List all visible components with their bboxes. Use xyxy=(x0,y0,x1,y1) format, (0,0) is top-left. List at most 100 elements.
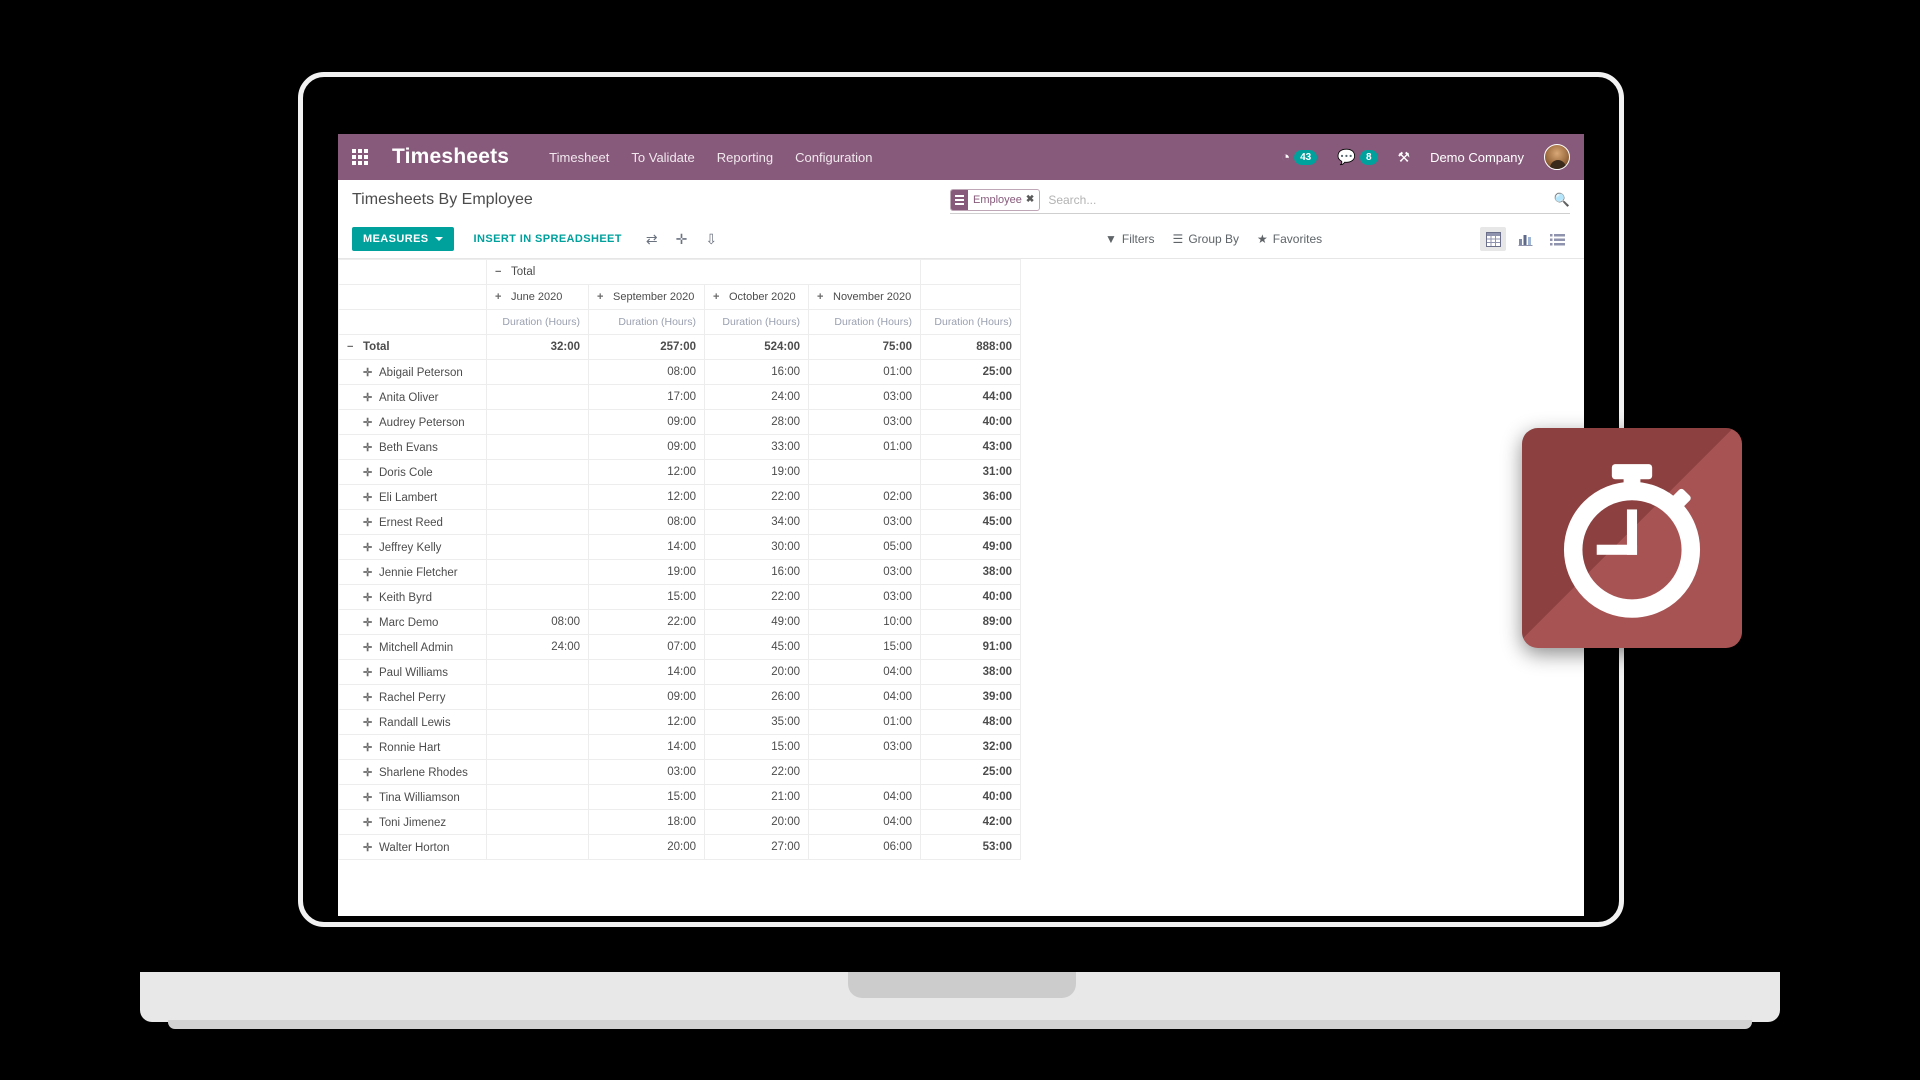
pivot-cell[interactable] xyxy=(486,509,589,535)
graph-view-icon[interactable] xyxy=(1512,227,1538,251)
pivot-cell[interactable]: 09:00 xyxy=(588,434,705,460)
pivot-cell[interactable] xyxy=(486,584,589,610)
pivot-cell[interactable]: 10:00 xyxy=(808,609,921,635)
pivot-cell[interactable]: 257:00 xyxy=(588,334,705,360)
pivot-cell[interactable]: 20:00 xyxy=(704,659,809,685)
pivot-cell[interactable]: 08:00 xyxy=(588,359,705,385)
pivot-row-total-cell[interactable]: 36:00 xyxy=(920,484,1021,510)
row-header-employee[interactable]: ✛ Tina Williamson xyxy=(338,784,487,810)
column-header-june-2020[interactable]: + June 2020 xyxy=(486,284,589,310)
pivot-cell[interactable]: 03:00 xyxy=(808,584,921,610)
pivot-cell[interactable] xyxy=(486,534,589,560)
expand-icon[interactable]: ✛ xyxy=(363,616,374,629)
expand-icon[interactable]: ✛ xyxy=(363,591,374,604)
expand-icon[interactable]: + xyxy=(817,291,828,303)
pivot-data-row[interactable]: ✛ Randall Lewis 12:00 35:00 01:00 48:00 xyxy=(338,709,1021,735)
pivot-cell[interactable] xyxy=(486,734,589,760)
expand-icon[interactable]: ✛ xyxy=(363,366,374,379)
nav-item-configuration[interactable]: Configuration xyxy=(795,150,872,165)
pivot-row-total-cell[interactable]: 39:00 xyxy=(920,684,1021,710)
pivot-cell[interactable] xyxy=(486,784,589,810)
download-xlsx-icon[interactable]: ⇩ xyxy=(705,232,717,246)
pivot-row-total-cell[interactable]: 44:00 xyxy=(920,384,1021,410)
pivot-row-total-cell[interactable]: 48:00 xyxy=(920,709,1021,735)
expand-icon[interactable]: ✛ xyxy=(363,841,374,854)
pivot-row-total-cell[interactable]: 89:00 xyxy=(920,609,1021,635)
pivot-cell[interactable] xyxy=(486,834,589,860)
pivot-cell[interactable]: 16:00 xyxy=(704,559,809,585)
pivot-cell[interactable]: 15:00 xyxy=(588,784,705,810)
pivot-data-row[interactable]: ✛ Jennie Fletcher 19:00 16:00 03:00 38:00 xyxy=(338,559,1021,585)
pivot-cell[interactable]: 12:00 xyxy=(588,459,705,485)
pivot-cell[interactable] xyxy=(486,459,589,485)
row-header-employee[interactable]: ✛ Audrey Peterson xyxy=(338,409,487,435)
group-by-menu[interactable]: ☰ Group By xyxy=(1173,232,1239,246)
activity-menu[interactable]: ◔ 43 xyxy=(1281,149,1318,165)
expand-icon[interactable]: + xyxy=(495,291,506,303)
pivot-data-row[interactable]: ✛ Sharlene Rhodes 03:00 22:00 25:00 xyxy=(338,759,1021,785)
pivot-cell[interactable]: 09:00 xyxy=(588,409,705,435)
expand-icon[interactable]: ✛ xyxy=(363,766,374,779)
app-brand-title[interactable]: Timesheets xyxy=(392,145,509,169)
pivot-cell[interactable]: 03:00 xyxy=(808,384,921,410)
pivot-cell[interactable]: 22:00 xyxy=(588,609,705,635)
nav-item-timesheet[interactable]: Timesheet xyxy=(549,150,609,165)
pivot-cell[interactable]: 01:00 xyxy=(808,434,921,460)
expand-icon[interactable]: ✛ xyxy=(363,566,374,579)
pivot-cell[interactable]: 34:00 xyxy=(704,509,809,535)
pivot-row-total-cell[interactable]: 38:00 xyxy=(920,659,1021,685)
pivot-data-row[interactable]: ✛ Tina Williamson 15:00 21:00 04:00 40:00 xyxy=(338,784,1021,810)
pivot-cell[interactable]: 01:00 xyxy=(808,709,921,735)
pivot-cell[interactable]: 27:00 xyxy=(704,834,809,860)
column-header-november-2020[interactable]: + November 2020 xyxy=(808,284,921,310)
list-view-icon[interactable] xyxy=(1544,227,1570,251)
pivot-cell[interactable] xyxy=(808,459,921,485)
pivot-data-row[interactable]: ✛ Toni Jimenez 18:00 20:00 04:00 42:00 xyxy=(338,809,1021,835)
pivot-cell[interactable]: 14:00 xyxy=(588,659,705,685)
row-header-employee[interactable]: ✛ Toni Jimenez xyxy=(338,809,487,835)
pivot-row-total-cell[interactable]: 53:00 xyxy=(920,834,1021,860)
pivot-cell[interactable]: 22:00 xyxy=(704,484,809,510)
pivot-cell[interactable]: 05:00 xyxy=(808,534,921,560)
pivot-cell[interactable]: 12:00 xyxy=(588,484,705,510)
pivot-cell[interactable]: 15:00 xyxy=(808,634,921,660)
pivot-row-total-cell[interactable]: 45:00 xyxy=(920,509,1021,535)
pivot-cell[interactable] xyxy=(486,684,589,710)
pivot-data-row[interactable]: ✛ Rachel Perry 09:00 26:00 04:00 39:00 xyxy=(338,684,1021,710)
pivot-cell[interactable]: 19:00 xyxy=(704,459,809,485)
search-facet-employee[interactable]: Employee ✖ xyxy=(950,188,1041,211)
pivot-cell[interactable]: 07:00 xyxy=(588,634,705,660)
user-avatar[interactable] xyxy=(1544,144,1570,170)
pivot-cell[interactable]: 01:00 xyxy=(808,359,921,385)
pivot-data-row[interactable]: ✛ Anita Oliver 17:00 24:00 03:00 44:00 xyxy=(338,384,1021,410)
row-header-employee[interactable]: ✛ Keith Byrd xyxy=(338,584,487,610)
pivot-data-row[interactable]: ✛ Beth Evans 09:00 33:00 01:00 43:00 xyxy=(338,434,1021,460)
expand-all-icon[interactable]: ✛ xyxy=(676,232,688,246)
pivot-cell[interactable]: 49:00 xyxy=(704,609,809,635)
expand-icon[interactable]: ✛ xyxy=(363,391,374,404)
expand-icon[interactable]: ✛ xyxy=(363,691,374,704)
pivot-cell[interactable] xyxy=(486,484,589,510)
pivot-cell[interactable] xyxy=(486,709,589,735)
pivot-cell[interactable]: 17:00 xyxy=(588,384,705,410)
pivot-cell[interactable]: 14:00 xyxy=(588,734,705,760)
expand-icon[interactable]: ✛ xyxy=(363,666,374,679)
pivot-row-total-cell[interactable]: 42:00 xyxy=(920,809,1021,835)
pivot-cell[interactable]: 524:00 xyxy=(704,334,809,360)
pivot-data-row[interactable]: ✛ Ronnie Hart 14:00 15:00 03:00 32:00 xyxy=(338,734,1021,760)
pivot-cell[interactable]: 15:00 xyxy=(588,584,705,610)
row-header-employee[interactable]: ✛ Jeffrey Kelly xyxy=(338,534,487,560)
expand-icon[interactable]: ✛ xyxy=(363,541,374,554)
pivot-cell[interactable]: 18:00 xyxy=(588,809,705,835)
pivot-cell[interactable]: 24:00 xyxy=(486,634,589,660)
pivot-cell[interactable] xyxy=(486,559,589,585)
expand-icon[interactable]: ✛ xyxy=(363,466,374,479)
pivot-cell[interactable] xyxy=(808,759,921,785)
pivot-cell[interactable]: 30:00 xyxy=(704,534,809,560)
pivot-data-row[interactable]: ✛ Doris Cole 12:00 19:00 31:00 xyxy=(338,459,1021,485)
search-input[interactable] xyxy=(1040,191,1548,208)
row-header-employee[interactable]: ✛ Sharlene Rhodes xyxy=(338,759,487,785)
collapse-icon[interactable]: − xyxy=(495,266,506,278)
pivot-cell[interactable]: 15:00 xyxy=(704,734,809,760)
expand-icon[interactable]: + xyxy=(713,291,724,303)
